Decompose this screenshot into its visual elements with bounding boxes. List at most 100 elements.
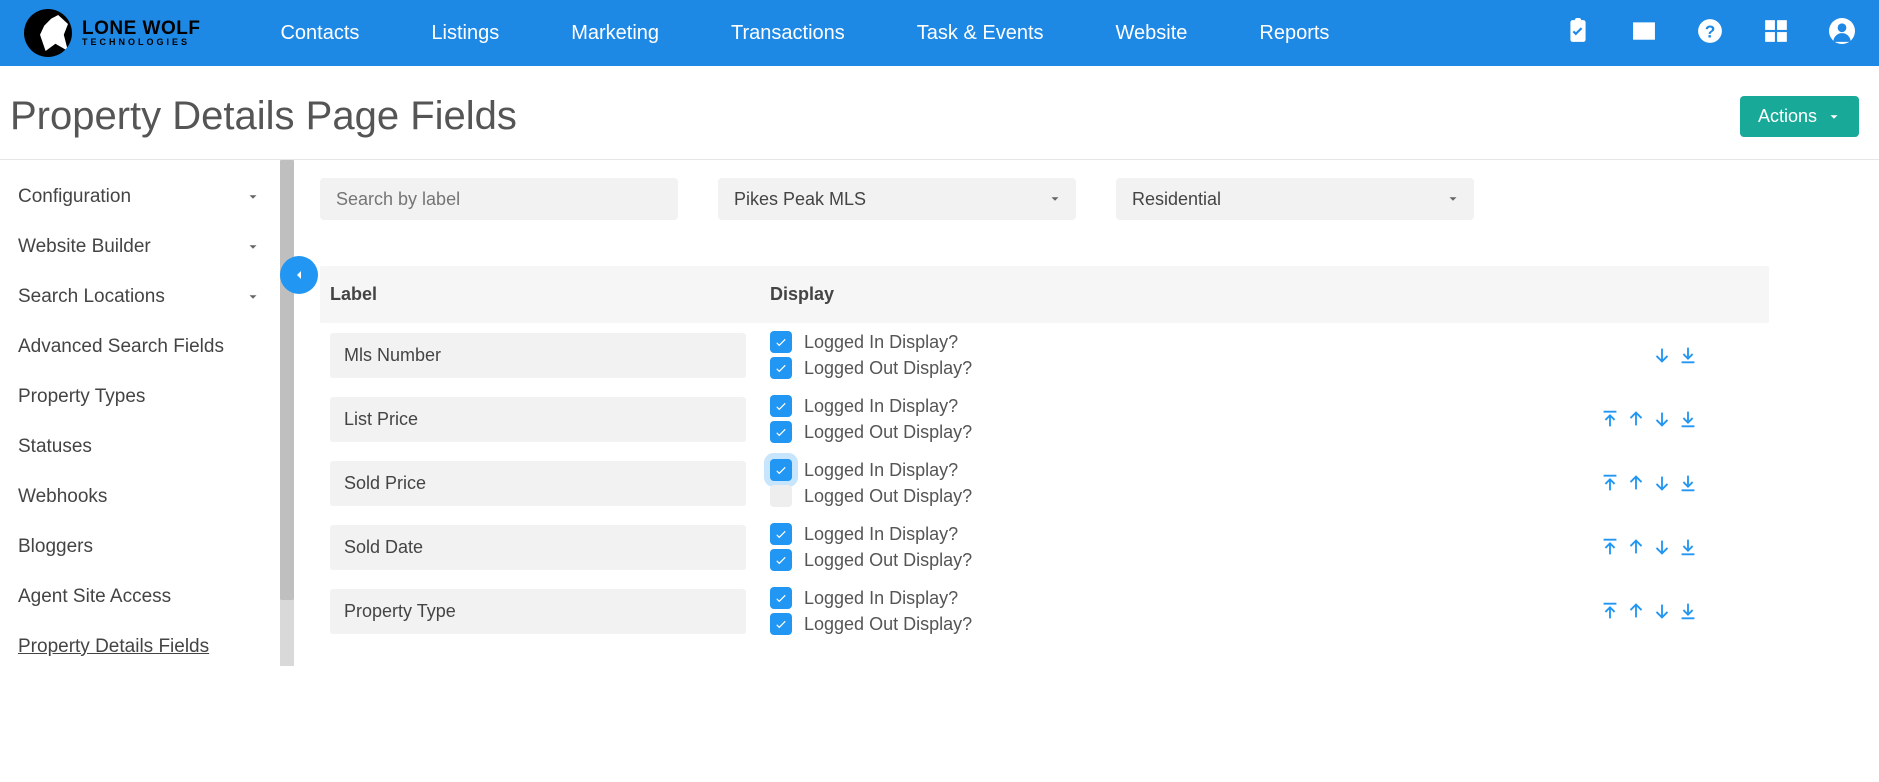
move-up-icon[interactable] (1625, 472, 1647, 494)
help-icon[interactable]: ? (1697, 18, 1723, 49)
logged-in-label: Logged In Display? (804, 460, 958, 481)
nav-contacts[interactable]: Contacts (280, 22, 359, 45)
user-icon[interactable] (1829, 18, 1855, 49)
logged-in-checkbox[interactable] (770, 587, 792, 609)
move-top-icon[interactable] (1599, 472, 1621, 494)
nav-website[interactable]: Website (1116, 22, 1188, 45)
sidebar-item-label: Search Locations (18, 286, 165, 308)
sidebar-item-property-details-fields[interactable]: Property Details Fields (18, 622, 280, 672)
move-bottom-icon[interactable] (1677, 472, 1699, 494)
logged-out-checkbox[interactable] (770, 421, 792, 443)
move-down-icon[interactable] (1651, 536, 1673, 558)
move-down-icon[interactable] (1651, 472, 1673, 494)
wolf-icon (24, 9, 72, 57)
sidebar-scrollbar[interactable] (280, 160, 294, 666)
logged-out-label: Logged Out Display? (804, 486, 972, 507)
logged-out-checkbox[interactable] (770, 613, 792, 635)
move-bottom-icon[interactable] (1677, 600, 1699, 622)
field-label-input[interactable]: Sold Price (330, 461, 746, 506)
nav-marketing[interactable]: Marketing (571, 22, 659, 45)
display-checks: Logged In Display? Logged Out Display? (770, 459, 972, 507)
move-top-icon[interactable] (1599, 536, 1621, 558)
move-down-icon[interactable] (1651, 600, 1673, 622)
mail-icon[interactable] (1631, 18, 1657, 49)
logged-out-line: Logged Out Display? (770, 613, 972, 635)
table-body: Mls Number Logged In Display? Logged Out D… (320, 323, 1769, 643)
table-row: List Price Logged In Display? Logged Out D… (320, 387, 1769, 451)
logged-out-checkbox[interactable] (770, 357, 792, 379)
sidebar-item-label: Website Builder (18, 236, 151, 258)
sidebar-item-bloggers[interactable]: Bloggers (18, 522, 280, 572)
sidebar-item-search-locations[interactable]: Search Locations (18, 272, 280, 322)
move-bottom-icon[interactable] (1677, 344, 1699, 366)
logged-in-label: Logged In Display? (804, 396, 958, 417)
display-checks: Logged In Display? Logged Out Display? (770, 395, 972, 443)
column-label: Label (330, 284, 770, 305)
field-label-input[interactable]: Property Type (330, 589, 746, 634)
logged-in-checkbox[interactable] (770, 395, 792, 417)
mls-select[interactable]: Pikes Peak MLS (718, 178, 1076, 220)
brand-logo[interactable]: LONE WOLF TECHNOLOGIES (24, 9, 200, 57)
nav-listings[interactable]: Listings (431, 22, 499, 45)
sidebar-item-configuration[interactable]: Configuration (18, 172, 280, 222)
logged-out-checkbox[interactable] (770, 485, 792, 507)
nav-reports[interactable]: Reports (1259, 22, 1329, 45)
proptype-select-wrap: Residential (1116, 178, 1474, 220)
logged-out-line: Logged Out Display? (770, 357, 972, 379)
brand-text: LONE WOLF TECHNOLOGIES (82, 19, 200, 47)
move-bottom-icon[interactable] (1677, 536, 1699, 558)
row-actions (1651, 344, 1759, 366)
sidebar-item-label: Bloggers (18, 536, 93, 558)
clipboard-icon[interactable] (1565, 18, 1591, 49)
property-type-select[interactable]: Residential (1116, 178, 1474, 220)
logged-in-line: Logged In Display? (770, 459, 972, 481)
move-top-icon[interactable] (1599, 408, 1621, 430)
logged-out-line: Logged Out Display? (770, 549, 972, 571)
nav-links: Contacts Listings Marketing Transactions… (280, 22, 1329, 45)
logged-in-line: Logged In Display? (770, 395, 972, 417)
nav-task-events[interactable]: Task & Events (917, 22, 1044, 45)
move-down-icon[interactable] (1651, 408, 1673, 430)
brand-name: LONE WOLF (82, 19, 200, 38)
sidebar-item-agent-site-access[interactable]: Agent Site Access (18, 572, 280, 622)
chevron-down-icon (1827, 110, 1841, 124)
search-input[interactable] (320, 178, 678, 220)
nav-transactions[interactable]: Transactions (731, 22, 845, 45)
move-up-icon[interactable] (1625, 536, 1647, 558)
sidebar-item-advanced-search-fields[interactable]: Advanced Search Fields (18, 322, 280, 372)
sidebar-item-property-types[interactable]: Property Types (18, 372, 280, 422)
collapse-sidebar-button[interactable] (280, 256, 318, 294)
logged-out-checkbox[interactable] (770, 549, 792, 571)
logged-out-label: Logged Out Display? (804, 358, 972, 379)
nav-icons: ? (1565, 18, 1855, 49)
apps-icon[interactable] (1763, 18, 1789, 49)
actions-label: Actions (1758, 106, 1817, 127)
move-bottom-icon[interactable] (1677, 408, 1699, 430)
logged-in-checkbox[interactable] (770, 331, 792, 353)
row-actions (1599, 472, 1759, 494)
logged-in-checkbox[interactable] (770, 459, 792, 481)
move-up-icon[interactable] (1625, 408, 1647, 430)
move-up-icon[interactable] (1625, 600, 1647, 622)
brand-sub: TECHNOLOGIES (82, 38, 200, 47)
sidebar-item-website-builder[interactable]: Website Builder (18, 222, 280, 272)
logged-out-label: Logged Out Display? (804, 422, 972, 443)
logged-in-line: Logged In Display? (770, 587, 972, 609)
sidebar-item-label: Webhooks (18, 486, 107, 508)
logged-in-label: Logged In Display? (804, 524, 958, 545)
field-label-input[interactable]: Sold Date (330, 525, 746, 570)
sidebar-item-webhooks[interactable]: Webhooks (18, 472, 280, 522)
logged-in-checkbox[interactable] (770, 523, 792, 545)
actions-button[interactable]: Actions (1740, 96, 1859, 137)
move-top-icon[interactable] (1599, 600, 1621, 622)
sidebar-item-statuses[interactable]: Statuses (18, 422, 280, 472)
table-header: Label Display (320, 266, 1769, 323)
move-down-icon[interactable] (1651, 344, 1673, 366)
sidebar: Configuration Website Builder Search Locat… (0, 160, 280, 684)
scroll-thumb[interactable] (280, 160, 294, 600)
filter-bar: Pikes Peak MLS Residential (320, 178, 1769, 220)
field-label-input[interactable]: Mls Number (330, 333, 746, 378)
field-label-input[interactable]: List Price (330, 397, 746, 442)
display-checks: Logged In Display? Logged Out Display? (770, 523, 972, 571)
logged-out-line: Logged Out Display? (770, 421, 972, 443)
